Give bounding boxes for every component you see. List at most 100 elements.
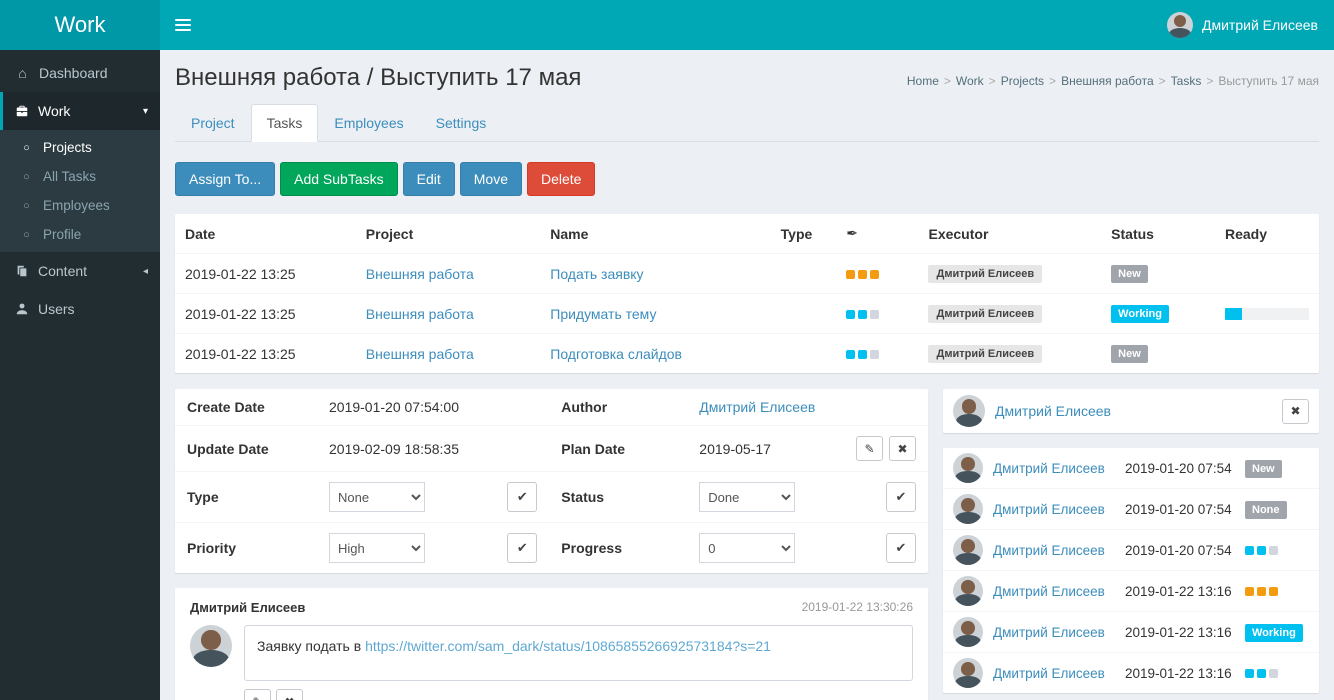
task-link[interactable]: Придумать тему [550, 306, 656, 322]
delete-button[interactable]: Delete [527, 162, 595, 196]
priority-dots [846, 266, 882, 282]
sidebar-item-label: Users [38, 301, 75, 317]
history-row: Дмитрий Елисеев 2019-01-20 07:54 New [943, 448, 1319, 488]
history-row: Дмитрий Елисеев 2019-01-20 07:54 None [943, 488, 1319, 529]
sidebar-item-dashboard[interactable]: ⌂ Dashboard [0, 54, 160, 92]
assign-to-button[interactable]: Assign To... [175, 162, 275, 196]
history-user-link[interactable]: Дмитрий Елисеев [993, 584, 1115, 599]
executor-badge: Дмитрий Елисеев [928, 265, 1042, 283]
status-badge: New [1111, 345, 1148, 363]
brand-logo[interactable]: Work [0, 0, 160, 50]
history-date: 2019-01-22 13:16 [1125, 584, 1235, 599]
comment-avatar [190, 625, 232, 667]
project-link[interactable]: Внешняя работа [366, 346, 474, 362]
sidebar: ⌂ Dashboard Work ▾ ○ Projects ○ All Task… [0, 50, 160, 700]
tab-bar: Project Tasks Employees Settings [175, 104, 1319, 142]
breadcrumb-link-tasks[interactable]: Tasks [1171, 74, 1202, 88]
comment-text: Заявку подать в https://twitter.com/sam_… [244, 625, 913, 681]
breadcrumb-link-home[interactable]: Home [907, 74, 939, 88]
sidebar-item-all-tasks[interactable]: ○ All Tasks [0, 162, 160, 191]
sidebar-item-content[interactable]: Content ◂ [0, 252, 160, 290]
project-link[interactable]: Внешняя работа [366, 306, 474, 322]
sidebar-item-projects[interactable]: ○ Projects [0, 133, 160, 162]
user-menu[interactable]: Дмитрий Елисеев [1151, 0, 1334, 50]
content-header: Внешняя работа / Выступить 17 мая Home>W… [160, 50, 1334, 100]
apply-type-button[interactable]: ✔ [507, 482, 537, 512]
close-icon: ✖ [897, 442, 907, 456]
task-details-table: Create Date 2019-01-20 07:54:00 Author Д… [175, 389, 928, 573]
history-avatar [953, 658, 983, 688]
user-name: Дмитрий Елисеев [1202, 17, 1318, 33]
tab-tasks[interactable]: Tasks [251, 104, 319, 142]
apply-priority-button[interactable]: ✔ [507, 533, 537, 563]
create-date-label: Create Date [175, 389, 317, 426]
tab-settings[interactable]: Settings [420, 104, 503, 142]
chevron-down-icon: ▾ [143, 106, 148, 117]
priority-column-icon: ✒ [836, 214, 918, 254]
tab-project[interactable]: Project [175, 104, 251, 142]
plan-date-label: Plan Date [549, 426, 687, 472]
history-avatar [953, 576, 983, 606]
history-row: Дмитрий Елисеев 2019-01-22 13:16 [943, 652, 1319, 693]
priority-select[interactable]: High [329, 533, 425, 563]
sidebar-item-work[interactable]: Work ▾ [0, 92, 160, 130]
status-select[interactable]: Done [699, 482, 795, 512]
breadcrumb-link-project[interactable]: Внешняя работа [1061, 74, 1154, 88]
type-select[interactable]: None [329, 482, 425, 512]
pencil-icon: ✎ [252, 695, 262, 700]
breadcrumb-link-work[interactable]: Work [956, 74, 984, 88]
detail-section: Create Date 2019-01-20 07:54:00 Author Д… [175, 389, 1319, 700]
table-row: 2019-01-22 13:25 Внешняя работа Придумат… [175, 294, 1319, 334]
history-user-link[interactable]: Дмитрий Елисеев [993, 666, 1115, 681]
history-avatar [953, 535, 983, 565]
history-date: 2019-01-22 13:16 [1125, 666, 1235, 681]
history-avatar [953, 453, 983, 483]
apply-status-button[interactable]: ✔ [886, 482, 916, 512]
history-row: Дмитрий Елисеев 2019-01-22 13:16 [943, 570, 1319, 611]
history-badge: New [1245, 460, 1282, 478]
sidebar-item-employees[interactable]: ○ Employees [0, 191, 160, 220]
breadcrumb-link-projects[interactable]: Projects [1001, 74, 1044, 88]
task-link[interactable]: Подать заявку [550, 266, 643, 282]
breadcrumb-current: Выступить 17 мая [1218, 74, 1319, 88]
history-user-link[interactable]: Дмитрий Елисеев [993, 502, 1115, 517]
main-content: Внешняя работа / Выступить 17 мая Home>W… [160, 50, 1334, 700]
sidebar-toggle-button[interactable] [160, 0, 206, 50]
type-label: Type [175, 472, 317, 523]
task-details-box: Create Date 2019-01-20 07:54:00 Author Д… [175, 389, 928, 573]
edit-plan-date-button[interactable]: ✎ [856, 436, 883, 461]
check-icon: ✔ [896, 540, 907, 556]
add-subtasks-button[interactable]: Add SubTasks [280, 162, 398, 196]
priority-dots [846, 306, 882, 322]
progress-select[interactable]: 0 [699, 533, 795, 563]
sidebar-item-profile[interactable]: ○ Profile [0, 220, 160, 249]
history-avatar [953, 617, 983, 647]
assignee-link[interactable]: Дмитрий Елисеев [995, 403, 1111, 419]
author-label: Author [549, 389, 687, 426]
tab-employees[interactable]: Employees [318, 104, 419, 142]
comment-link[interactable]: https://twitter.com/sam_dark/status/1086… [365, 638, 771, 654]
history-row: Дмитрий Елисеев 2019-01-22 13:16 Working [943, 611, 1319, 652]
remove-assignee-button[interactable]: ✖ [1282, 399, 1309, 424]
comment-box: Дмитрий Елисеев 2019-01-22 13:30:26 Заяв… [175, 588, 928, 700]
project-link[interactable]: Внешняя работа [366, 266, 474, 282]
apply-progress-button[interactable]: ✔ [886, 533, 916, 563]
author-link[interactable]: Дмитрий Елисеев [699, 399, 815, 415]
close-icon: ✖ [1290, 404, 1300, 418]
priority-dots [1245, 665, 1281, 681]
user-icon [15, 302, 29, 316]
edit-button[interactable]: Edit [403, 162, 455, 196]
edit-comment-button[interactable]: ✎ [244, 689, 271, 700]
history-user-link[interactable]: Дмитрий Елисеев [993, 461, 1115, 476]
task-link[interactable]: Подготовка слайдов [550, 346, 682, 362]
sidebar-item-users[interactable]: Users [0, 290, 160, 328]
update-date-value: 2019-02-09 18:58:35 [317, 426, 549, 472]
move-button[interactable]: Move [460, 162, 522, 196]
delete-comment-button[interactable]: ✖ [276, 689, 303, 700]
clear-plan-date-button[interactable]: ✖ [889, 436, 916, 461]
breadcrumb-separator: > [1159, 74, 1166, 88]
column-header-project: Project [356, 214, 540, 254]
history-user-link[interactable]: Дмитрий Елисеев [993, 543, 1115, 558]
history-user-link[interactable]: Дмитрий Елисеев [993, 625, 1115, 640]
task-type [771, 334, 837, 374]
